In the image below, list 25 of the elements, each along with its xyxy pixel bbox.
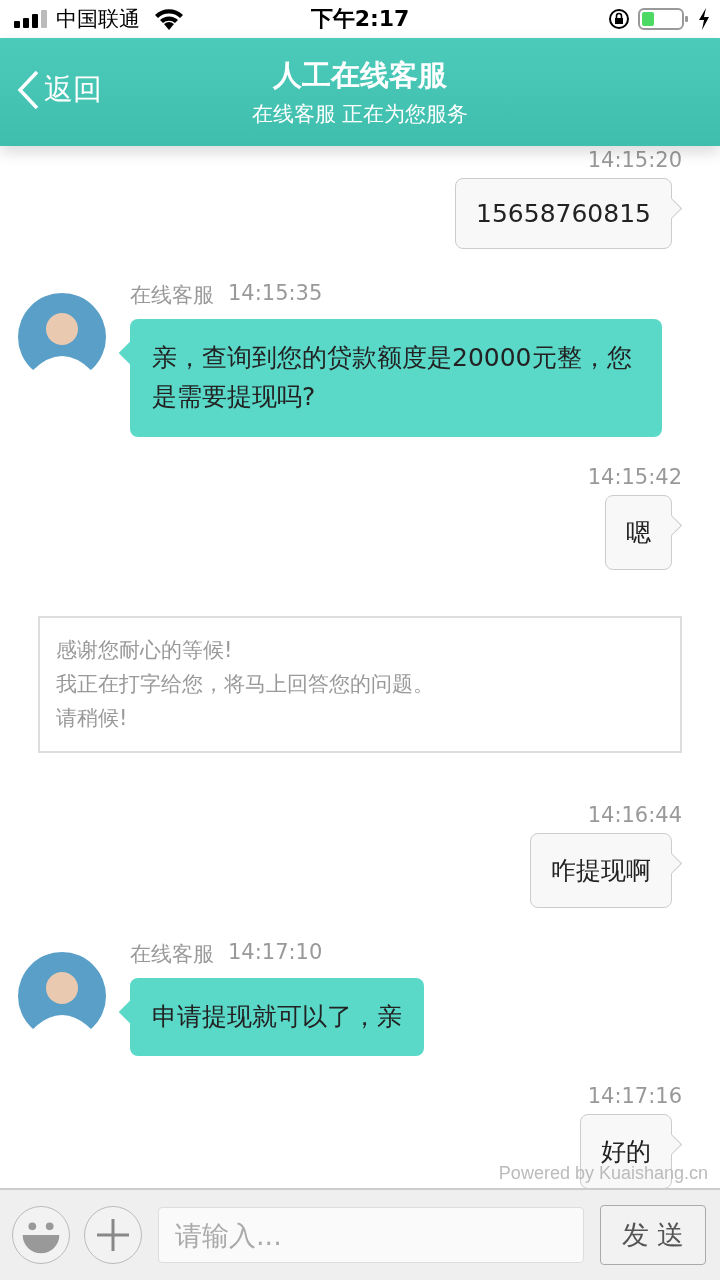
chat-title: 人工在线客服	[273, 57, 447, 94]
notice-line: 请稍候!	[56, 705, 129, 733]
plus-icon	[96, 1218, 130, 1252]
battery-icon	[638, 7, 690, 31]
message-time: 14:16:44	[587, 802, 682, 827]
notice-line: 感谢您耐心的等候!	[56, 636, 234, 664]
sender-name: 在线客服	[130, 282, 214, 309]
powered-by-text: Powered by Kuaishang.cn	[498, 1163, 708, 1184]
wifi-icon	[154, 8, 184, 30]
clock: 下午2:17	[310, 5, 410, 33]
notice-line: 我正在打字给您，将马上回答您的问题。	[56, 670, 435, 698]
message-time: 14:15:20	[587, 148, 682, 172]
sender-name: 在线客服	[130, 940, 214, 968]
back-icon	[16, 70, 40, 110]
chat-subtitle: 在线客服 正在为您服务	[251, 101, 469, 128]
send-button[interactable]: 发 送	[600, 1205, 706, 1265]
message-input[interactable]: 请输入...	[158, 1207, 584, 1263]
rotation-lock-icon	[608, 8, 630, 30]
message-time: 14:17:10	[228, 939, 323, 966]
message-time: 14:15:42	[587, 464, 682, 489]
carrier-name: 中国联通	[56, 6, 140, 33]
message-time: 14:15:35	[228, 281, 323, 307]
charging-icon	[698, 8, 710, 30]
signal-icon	[14, 10, 48, 28]
message-time: 14:17:16	[587, 1084, 682, 1109]
